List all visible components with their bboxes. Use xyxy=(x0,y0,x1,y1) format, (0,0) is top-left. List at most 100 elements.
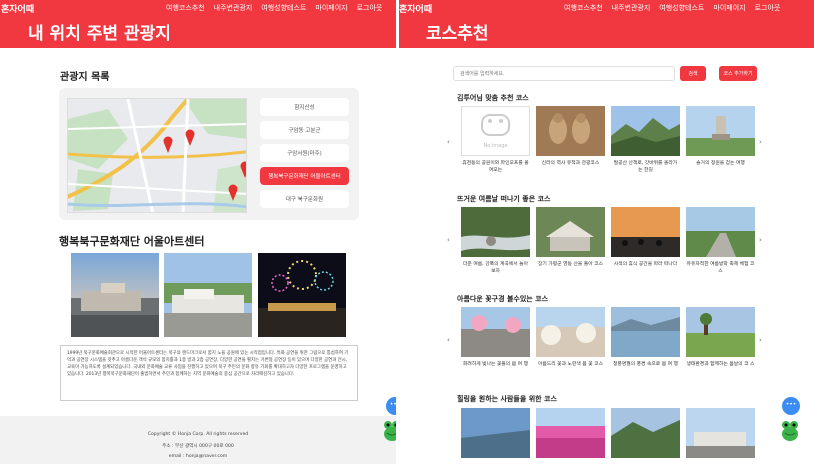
course-card[interactable]: 유유자적한 여름방학 축제 체험 코스 xyxy=(686,207,755,275)
course-caption: 유유자적한 여름방학 축제 체험 코스 xyxy=(686,262,755,274)
course-image xyxy=(611,106,680,156)
course-card[interactable] xyxy=(686,408,755,458)
nav-test[interactable]: 여행성향테스트 xyxy=(261,3,306,13)
course-card[interactable] xyxy=(611,408,680,458)
place-button[interactable]: 함지산성 xyxy=(260,98,349,116)
course-caption: 휴천동의 공원이와 파인오프를 올여오는 xyxy=(462,161,529,173)
place-button[interactable]: 대구 북구문화원 xyxy=(260,190,349,208)
course-image xyxy=(686,106,755,156)
footer-copyright: Copyright © Honja Corp. All rights reser… xyxy=(147,432,249,437)
place-photo xyxy=(71,253,159,337)
course-image xyxy=(611,408,680,458)
logo[interactable]: 혼자어때 xyxy=(1,2,34,15)
no-image-placeholder: No image xyxy=(461,106,530,156)
chevron-left-icon[interactable]: ‹ xyxy=(447,236,450,244)
course-caption: 솔거의 정원을 걷는 여행 xyxy=(696,161,745,166)
course-image xyxy=(611,207,680,257)
section-title: 아름다운 꽃구경 볼수있는 코스 xyxy=(457,295,549,303)
nav-bar: 여행코스추천 내주변관광지 여행성향테스트 마이페이지 로그아웃 xyxy=(166,3,382,13)
frog-mascot-icon[interactable] xyxy=(382,420,396,442)
course-card[interactable]: 아름드리 꽃과 노란색 봄 꽃 코스 xyxy=(536,307,605,375)
chevron-left-icon[interactable]: ‹ xyxy=(447,336,450,344)
course-caption: 생태환경과 함께하는 봄날의 코 스 xyxy=(686,362,755,367)
page-title: 내 위치 주변 관광지 xyxy=(28,24,171,44)
chat-icon[interactable] xyxy=(782,397,800,415)
course-card[interactable] xyxy=(461,408,530,458)
course-image xyxy=(461,207,530,257)
list-title: 관광지 목록 xyxy=(60,72,110,83)
section-title: 힐링을 원하는 사람들을 위한 코스 xyxy=(457,395,557,403)
nav-mypage[interactable]: 마이페이지 xyxy=(713,3,745,13)
place-button-selected[interactable]: 행복북구문화재단 어울아트센터 xyxy=(260,167,349,185)
course-image xyxy=(536,106,605,156)
chevron-right-icon[interactable]: › xyxy=(759,138,762,146)
course-card[interactable]: 화려하게 빛나는 꽃들의 봄 여 행 xyxy=(461,307,530,375)
section-title: 김투어님 맞춤 추천 코스 xyxy=(457,94,529,102)
nav-mypage[interactable]: 마이페이지 xyxy=(315,3,347,13)
course-card[interactable]: 더운 여름, 강폭의 계곡에서 놀아보자 xyxy=(461,207,530,275)
place-photo xyxy=(164,253,252,337)
chevron-right-icon[interactable]: › xyxy=(759,336,762,344)
course-card[interactable]: 신라의 역사 유적과 관광코스 xyxy=(536,106,605,174)
nav-course[interactable]: 여행코스추천 xyxy=(166,3,205,13)
course-image xyxy=(536,408,605,458)
course-image xyxy=(611,307,680,357)
course-card[interactable]: No image 휴천동의 공원이와 파인오프를 올여오는 xyxy=(461,106,530,174)
course-card[interactable]: 사색의 휴식 공간을 따라 떠나다 xyxy=(611,207,680,275)
course-image xyxy=(461,307,530,357)
place-photo xyxy=(258,253,346,337)
course-caption: 청풍명월의 풍경 속으로 봄 여 행 xyxy=(613,362,678,367)
no-image-label: No image xyxy=(483,143,508,149)
footer-email: email : honja@naver.com xyxy=(168,454,228,459)
logo[interactable]: 혼자어때 xyxy=(399,2,432,15)
add-course-button[interactable]: 코스 추가하기 xyxy=(719,66,757,81)
chat-icon[interactable] xyxy=(386,397,396,415)
chevron-right-icon[interactable]: › xyxy=(759,236,762,244)
right-window: 혼자어때 여행코스추천 내주변관광지 여행성향테스트 마이페이지 로그아웃 코스… xyxy=(399,0,814,464)
map-section: 함지산성 구암동 고분군 구암서원(마주) 행복북구문화재단 어울아트센터 대구… xyxy=(59,88,359,220)
course-image xyxy=(686,207,755,257)
map[interactable] xyxy=(67,98,247,213)
left-window: 혼자어때 여행코스추천 내주변관광지 여행성향테스트 마이페이지 로그아웃 내 … xyxy=(0,0,396,464)
place-button[interactable]: 구암서원(마주) xyxy=(260,144,349,162)
search-input[interactable] xyxy=(453,66,675,81)
page-title: 코스추천 xyxy=(426,24,489,44)
detail-title: 행복북구문화재단 어울아트센터 xyxy=(59,235,205,248)
course-image xyxy=(686,307,755,357)
header: 혼자어때 여행코스추천 내주변관광지 여행성향테스트 마이페이지 로그아웃 코스… xyxy=(399,0,814,48)
footer: Copyright © Honja Corp. All rights reser… xyxy=(0,416,396,464)
place-description: 1999년 북구문화예술회관으로 시작한 어울아트센터는 북구의 랜드마크로서 … xyxy=(60,345,358,401)
search-button[interactable]: 검색 xyxy=(680,66,706,81)
course-caption: 팔공산 산책로, 갓바위를 올라가 는 한길 xyxy=(613,161,678,173)
course-image xyxy=(536,307,605,357)
nav-bar: 여행코스추천 내주변관광지 여행성향테스트 마이페이지 로그아웃 xyxy=(564,3,780,13)
nav-logout[interactable]: 로그아웃 xyxy=(357,3,383,13)
footer-address: 주소 : 부산 광역시 000구 00로 000 xyxy=(162,444,234,449)
frog-mascot-icon[interactable] xyxy=(780,420,800,442)
place-list: 함지산성 구암동 고분군 구암서원(마주) 행복북구문화재단 어울아트센터 대구… xyxy=(260,98,349,208)
nav-logout[interactable]: 로그아웃 xyxy=(755,3,781,13)
course-card[interactable]: 생태환경과 함께하는 봄날의 코 스 xyxy=(686,307,755,375)
course-caption: 더운 여름, 강폭의 계곡에서 놀아보자 xyxy=(463,262,528,274)
nav-nearby[interactable]: 내주변관광지 xyxy=(214,3,253,13)
course-card[interactable]: 청풍명월의 풍경 속으로 봄 여 행 xyxy=(611,307,680,375)
chevron-left-icon[interactable]: ‹ xyxy=(447,138,450,146)
section-title: 뜨거운 여름날 떠나기 좋은 코스 xyxy=(457,195,551,203)
course-card[interactable]: 솔거의 정원을 걷는 여행 xyxy=(686,106,755,174)
course-image xyxy=(686,408,755,458)
course-image xyxy=(461,408,530,458)
course-caption: 장기 가평군 영동 산을 돌아 코스 xyxy=(538,262,603,267)
course-caption: 화려하게 빛나는 꽃들의 봄 여 행 xyxy=(463,362,528,367)
place-button[interactable]: 구암동 고분군 xyxy=(260,121,349,139)
course-card[interactable]: 장기 가평군 영동 산을 돌아 코스 xyxy=(536,207,605,275)
course-image xyxy=(536,207,605,257)
course-caption: 사색의 휴식 공간을 따라 떠나다 xyxy=(613,262,678,267)
course-caption: 신라의 역사 유적과 관광코스 xyxy=(541,161,600,166)
nav-course[interactable]: 여행코스추천 xyxy=(564,3,603,13)
course-caption: 아름드리 꽃과 노란색 봄 꽃 코스 xyxy=(538,362,603,367)
course-card[interactable]: 팔공산 산책로, 갓바위를 올라가 는 한길 xyxy=(611,106,680,174)
nav-nearby[interactable]: 내주변관광지 xyxy=(612,3,651,13)
header: 혼자어때 여행코스추천 내주변관광지 여행성향테스트 마이페이지 로그아웃 내 … xyxy=(0,0,396,48)
course-card[interactable] xyxy=(536,408,605,458)
nav-test[interactable]: 여행성향테스트 xyxy=(659,3,704,13)
